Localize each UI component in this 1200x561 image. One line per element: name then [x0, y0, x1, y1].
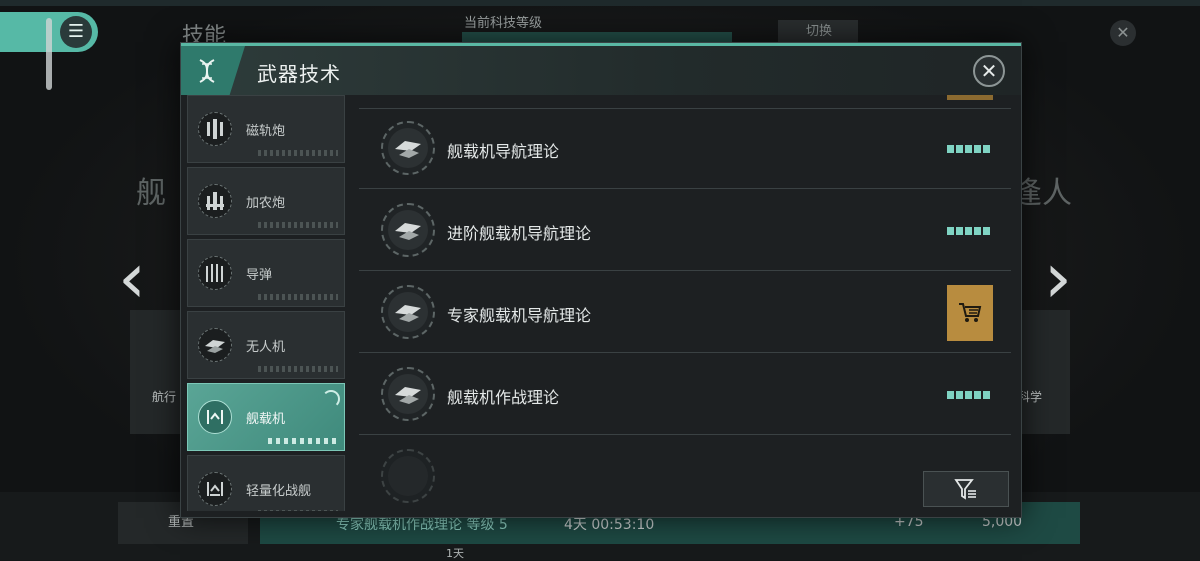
carrier-aircraft-icon	[381, 449, 435, 503]
purchase-strip	[947, 95, 993, 100]
tech-name: 专家舰载机导航理论	[447, 306, 592, 325]
category-label: 舰载机	[246, 412, 286, 427]
category-railgun[interactable]: 磁轨炮	[187, 95, 345, 163]
weapon-tech-modal: 武器技术 ✕ 磁轨炮 加农炮 导弹 无人机 舰载机 轻量化战舰 舰载机导航理论 …	[180, 42, 1022, 518]
missile-icon	[198, 256, 232, 290]
tech-name: 进阶舰载机导航理论	[447, 224, 592, 243]
switch-button[interactable]: 切换	[778, 20, 858, 44]
bg-card-left-label: 航行	[152, 390, 177, 404]
tech-level-label: 当前科技等级	[464, 16, 543, 31]
close-icon[interactable]: ✕	[973, 55, 1005, 87]
background-close-icon[interactable]: ✕	[1110, 20, 1136, 46]
level-pips	[947, 227, 991, 235]
list-item[interactable]: 进阶舰载机导航理论	[359, 191, 1011, 271]
filter-icon[interactable]	[923, 471, 1009, 507]
ship-name-left: 舰	[136, 176, 166, 211]
category-label: 导弹	[246, 268, 273, 283]
light-warship-icon	[198, 472, 232, 506]
railgun-icon	[198, 112, 232, 146]
bg-card-right	[1016, 310, 1070, 434]
side-scroll-rail[interactable]	[46, 18, 52, 90]
level-pips	[947, 145, 991, 153]
category-label: 轻量化战舰	[246, 484, 312, 499]
category-carrier-aircraft[interactable]: 舰载机	[187, 383, 345, 451]
list-item[interactable]: 舰载机导航理论	[359, 109, 1011, 189]
level-pips	[947, 391, 991, 399]
list-item-partial	[359, 95, 1011, 109]
category-cannon[interactable]: 加农炮	[187, 167, 345, 235]
loading-arc	[322, 390, 340, 408]
category-label: 无人机	[246, 340, 286, 355]
prev-arrow-icon[interactable]: ‹	[118, 243, 146, 313]
tech-list[interactable]: 舰载机导航理论 进阶舰载机导航理论 专家舰载机导航理论 舰载机作战理论	[359, 95, 1011, 511]
progress-dots	[258, 294, 338, 300]
top-bar	[0, 0, 1200, 6]
carrier-aircraft-icon	[198, 400, 232, 434]
carrier-aircraft-icon	[381, 367, 435, 421]
category-light-warship[interactable]: 轻量化战舰	[187, 455, 345, 511]
category-label: 加农炮	[246, 196, 286, 211]
cannon-icon	[198, 184, 232, 218]
category-label: 磁轨炮	[246, 124, 286, 139]
carrier-aircraft-icon	[381, 203, 435, 257]
progress-dots	[258, 366, 338, 372]
list-item-partial	[359, 437, 1011, 511]
category-drone[interactable]: 无人机	[187, 311, 345, 379]
carrier-aircraft-icon	[381, 285, 435, 339]
bg-card-left	[130, 310, 186, 434]
next-arrow-icon[interactable]: ›	[1044, 243, 1072, 313]
dna-icon	[181, 46, 245, 95]
list-item[interactable]: 舰载机作战理论	[359, 355, 1011, 435]
progress-dots	[258, 222, 338, 228]
menu-icon: ☰	[60, 16, 92, 48]
tech-name: 舰载机作战理论	[447, 388, 560, 407]
modal-header: 武器技术 ✕	[181, 43, 1021, 95]
carrier-aircraft-icon	[381, 121, 435, 175]
modal-title: 武器技术	[257, 62, 341, 86]
tech-name: 舰载机导航理论	[447, 142, 560, 161]
category-sidebar[interactable]: 磁轨炮 加农炮 导弹 无人机 舰载机 轻量化战舰	[187, 95, 349, 511]
cart-icon[interactable]	[947, 285, 993, 341]
progress-dots	[268, 438, 338, 444]
list-item[interactable]: 专家舰载机导航理论	[359, 273, 1011, 353]
progress-dots	[258, 510, 338, 511]
progress-dots	[258, 150, 338, 156]
duration-label: 1天	[446, 547, 464, 560]
category-missile[interactable]: 导弹	[187, 239, 345, 307]
drone-icon	[198, 328, 232, 362]
